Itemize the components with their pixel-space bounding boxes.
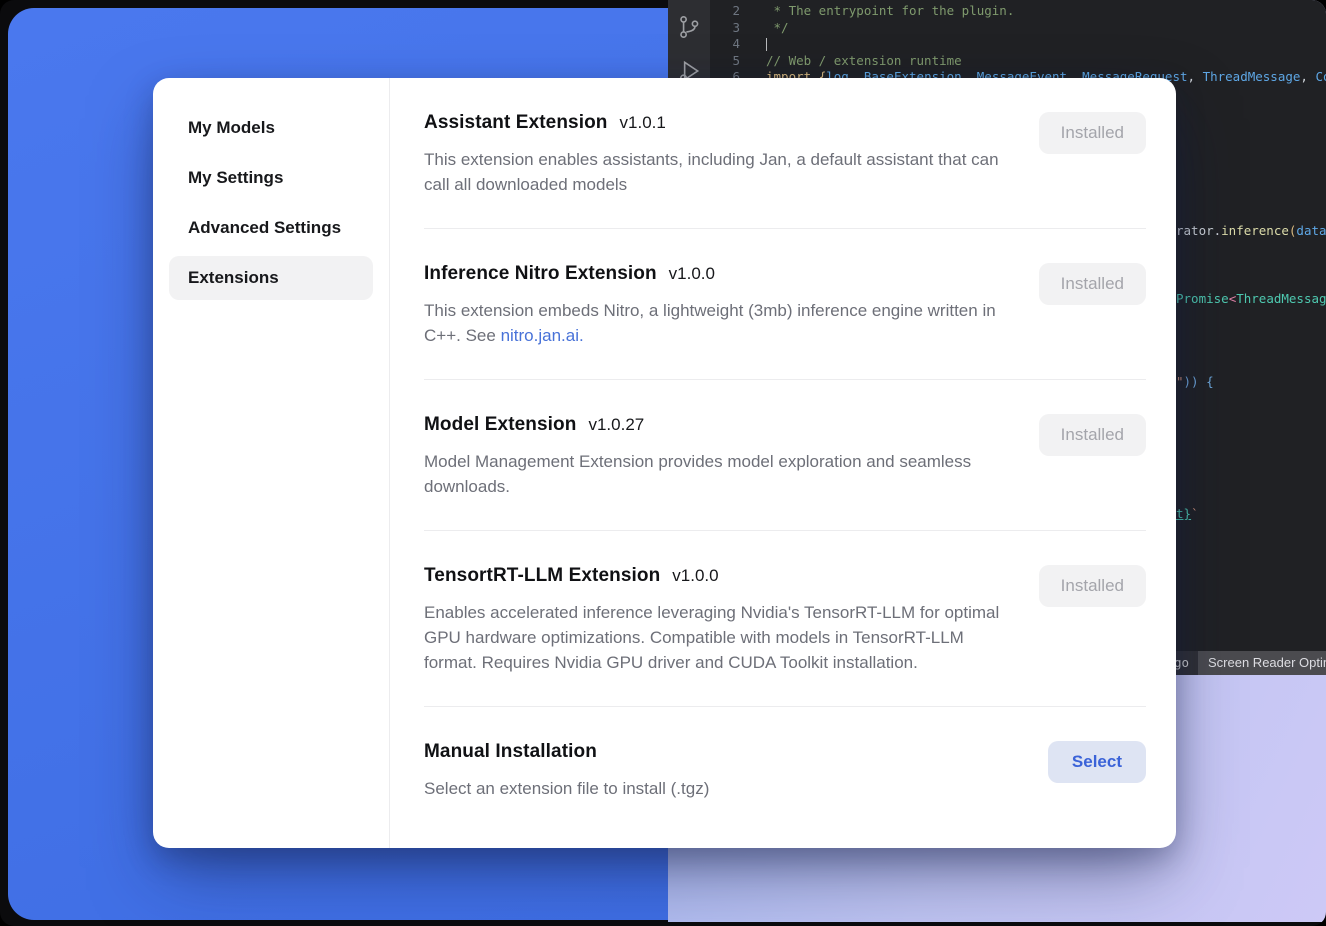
sidebar-item-advanced-settings[interactable]: Advanced Settings <box>169 206 373 250</box>
extension-info: Inference Nitro Extension v1.0.0 This ex… <box>424 263 1002 348</box>
nitro-jan-ai-link[interactable]: nitro.jan.ai. <box>501 326 584 345</box>
code-text <box>740 36 767 53</box>
extension-item-inference-nitro: Inference Nitro Extension v1.0.0 This ex… <box>424 229 1146 380</box>
sidebar-item-my-models[interactable]: My Models <box>169 106 373 150</box>
extension-version: v1.0.0 <box>672 566 718 586</box>
extension-title: Inference Nitro Extension <box>424 263 657 285</box>
extension-description: Model Management Extension provides mode… <box>424 449 1002 499</box>
code-area: 2 * The entrypoint for the plugin. 3 */ … <box>710 3 1326 86</box>
extension-action: Select <box>1048 741 1146 801</box>
installed-button[interactable]: Installed <box>1039 112 1146 154</box>
installed-button[interactable]: Installed <box>1039 565 1146 607</box>
line-number: 5 <box>710 53 740 70</box>
extension-item-model: Model Extension v1.0.27 Model Management… <box>424 380 1146 531</box>
extensions-panel: Assistant Extension v1.0.1 This extensio… <box>390 78 1176 848</box>
extension-description: This extension embeds Nitro, a lightweig… <box>424 298 1002 348</box>
sidebar-item-extensions[interactable]: Extensions <box>169 256 373 300</box>
extension-info: Assistant Extension v1.0.1 This extensio… <box>424 112 1002 197</box>
extension-info: Manual Installation Select an extension … <box>424 741 1002 801</box>
manual-installation-section: Manual Installation Select an extension … <box>424 707 1146 832</box>
text-cursor <box>766 38 767 51</box>
code-line: 5 // Web / extension runtime <box>710 53 1326 70</box>
extension-title: Model Extension <box>424 414 576 436</box>
code-fragment: ")) { <box>1176 374 1214 389</box>
extension-description: This extension enables assistants, inclu… <box>424 147 1002 197</box>
extension-version: v1.0.27 <box>588 415 644 435</box>
extension-title-row: TensortRT-LLM Extension v1.0.0 <box>424 565 1002 587</box>
code-fragment: Promise<ThreadMessage> <box>1176 291 1326 306</box>
code-text: // Web / extension runtime <box>740 53 962 70</box>
extension-title: Assistant Extension <box>424 112 608 134</box>
code-line: 2 * The entrypoint for the plugin. <box>710 3 1326 20</box>
extension-action: Installed <box>1039 565 1146 675</box>
settings-sidebar: My Models My Settings Advanced Settings … <box>153 78 390 848</box>
source-control-icon[interactable] <box>676 14 702 40</box>
line-number: 4 <box>710 36 740 53</box>
extension-title-row: Model Extension v1.0.27 <box>424 414 1002 436</box>
settings-modal: My Models My Settings Advanced Settings … <box>153 78 1176 848</box>
section-description: Select an extension file to install (.tg… <box>424 776 1002 801</box>
sidebar-item-my-settings[interactable]: My Settings <box>169 156 373 200</box>
line-number: 3 <box>710 20 740 37</box>
extension-title-row: Assistant Extension v1.0.1 <box>424 112 1002 134</box>
installed-button[interactable]: Installed <box>1039 263 1146 305</box>
code-text: * The entrypoint for the plugin. <box>740 3 1014 20</box>
extension-action: Installed <box>1039 112 1146 197</box>
extension-action: Installed <box>1039 263 1146 348</box>
extension-title-row: Manual Installation <box>424 741 1002 763</box>
extension-item-tensorrt-llm: TensortRT-LLM Extension v1.0.0 Enables a… <box>424 531 1146 707</box>
select-file-button[interactable]: Select <box>1048 741 1146 783</box>
extension-info: TensortRT-LLM Extension v1.0.0 Enables a… <box>424 565 1002 675</box>
code-fragment: t}` <box>1176 506 1199 521</box>
screenshot-canvas: 2 * The entrypoint for the plugin. 3 */ … <box>0 0 1326 926</box>
code-text: */ <box>740 20 789 37</box>
code-fragment: rator.inference(data)); <box>1176 223 1326 238</box>
extension-item-assistant: Assistant Extension v1.0.1 This extensio… <box>424 78 1146 229</box>
extension-action: Installed <box>1039 414 1146 499</box>
extension-info: Model Extension v1.0.27 Model Management… <box>424 414 1002 499</box>
screen-reader-status-item[interactable]: Screen Reader Optimized <box>1198 651 1326 675</box>
code-line: 3 */ <box>710 20 1326 37</box>
section-title: Manual Installation <box>424 741 597 763</box>
extension-title: TensortRT-LLM Extension <box>424 565 660 587</box>
line-number: 2 <box>710 3 740 20</box>
extension-version: v1.0.0 <box>669 264 715 284</box>
status-bar-text: go <box>1174 651 1189 675</box>
extension-description: Enables accelerated inference leveraging… <box>424 600 1002 675</box>
extension-version: v1.0.1 <box>620 113 666 133</box>
code-line: 4 <box>710 36 1326 53</box>
extension-title-row: Inference Nitro Extension v1.0.0 <box>424 263 1002 285</box>
installed-button[interactable]: Installed <box>1039 414 1146 456</box>
